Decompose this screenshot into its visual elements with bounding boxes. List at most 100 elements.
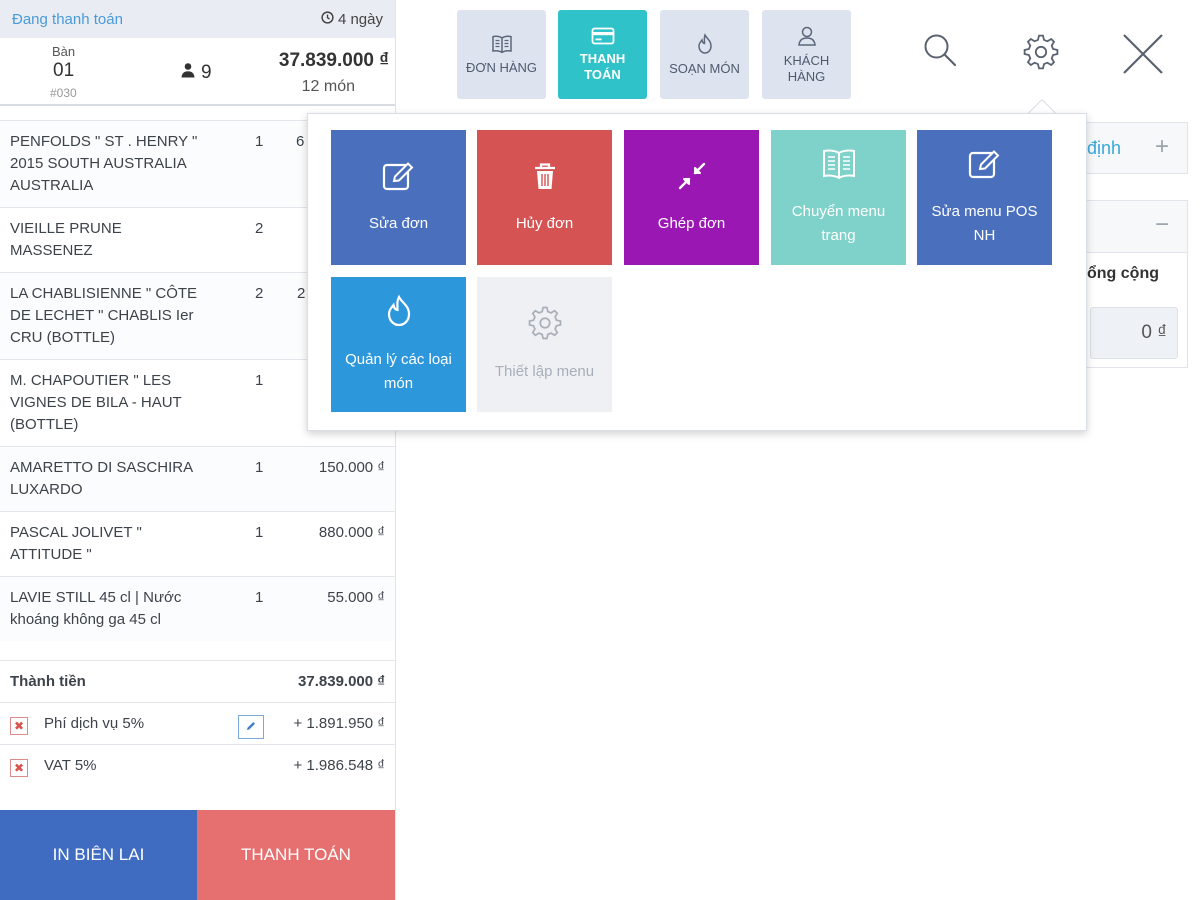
switch-menu-page-tile[interactable]: Chuyển menu trang [771,130,906,265]
order-item-count: 12 món [301,78,355,95]
cancel-order-tile[interactable]: Hủy đơn [477,130,612,265]
table-label: Bàn [52,44,76,59]
background-row-text: định [1087,138,1122,158]
guest-count-text: 9 [201,62,212,83]
merge-order-label: Ghép đơn [657,214,726,232]
order-totals: Thành tiền 37.839.000 ₫ ✖ Phí dịch vụ 5%… [0,660,395,786]
item-name: M. CHAPOUTIER " LES VIGNES DE BILA - HAU… [10,372,182,433]
plus-icon[interactable]: + [1155,133,1169,161]
manage-dish-types-label: Quản lý các loại món [345,350,452,392]
item-price: 55.000 ₫ [327,589,385,606]
edit-pos-menu-label: Sửa menu POS NH [931,202,1038,244]
item-qty: 1 [255,459,264,476]
close-icon[interactable] [1122,33,1164,80]
gear-icon [528,306,562,348]
flame-icon [384,294,414,336]
cancel-order-label: Hủy đơn [515,214,574,232]
order-age-text: 4 ngày [337,10,383,28]
vat-row: ✖ VAT 5% + 1.986.548 ₫ [0,744,395,786]
total-label: ổng cộng [1087,265,1159,282]
service-fee-value: + 1.891.950 ₫ [293,715,385,732]
subtotal-row: Thành tiền 37.839.000 ₫ [0,660,395,702]
table-info[interactable]: Bàn 01 #030 9 37.839.000 ₫ 12 món [0,38,395,106]
flame-icon [696,32,714,55]
item-price: 880.000 ₫ [318,524,385,541]
service-fee-row: ✖ Phí dịch vụ 5% + 1.891.950 ₫ [0,702,395,744]
item-qty: 1 [255,524,264,541]
item-qty: 2 [255,285,264,302]
edit-pos-menu-tile[interactable]: Sửa menu POS NH [917,130,1052,265]
edit-order-tile[interactable]: Sửa đơn [331,130,466,265]
menu-settings-label: Thiết lập menu [494,362,595,380]
order-item[interactable]: PASCAL JOLIVET " ATTITUDE " 1 880.000 ₫ [0,511,395,576]
search-icon[interactable] [922,32,958,73]
manage-dish-types-tile[interactable]: Quản lý các loại món [331,277,466,412]
item-price: 150.000 ₫ [318,459,385,476]
order-total: 37.839.000 ₫ [278,50,389,71]
tab-customers-label-line2: HÀNG [787,68,826,84]
clock-icon [321,10,334,28]
subtotal-label: Thành tiền [10,673,86,690]
tab-kitchen[interactable]: SOẠN MÓN [660,10,749,99]
pay-button[interactable]: THANH TOÁN [197,810,395,900]
print-receipt-button[interactable]: IN BIÊN LAI [0,810,197,900]
order-age: 4 ngày [321,11,383,28]
item-qty: 2 [255,220,264,237]
user-icon [796,25,818,47]
guest-count: 9 [180,62,212,84]
item-qty: 1 [255,589,264,606]
item-name: AMARETTO DI SASCHIRA LUXARDO [10,459,193,498]
tab-payment-label-line2: TOÁN [584,66,621,82]
tab-payment-label: THANH TOÁN [580,51,626,83]
vat-label: VAT 5% [44,757,97,774]
vat-value: + 1.986.548 ₫ [293,757,385,774]
background-summary: − ổng cộng 0 ₫ [1086,200,1188,368]
order-code: #030 [50,86,77,100]
remove-vat-icon[interactable]: ✖ [10,758,28,777]
tab-orders-label: ĐƠN HÀNG [465,59,538,75]
book-icon [491,34,513,54]
merge-icon [676,160,708,200]
item-qty: 1 [255,133,264,150]
table-number: 01 [53,60,75,81]
credit-card-icon [591,27,615,45]
switch-menu-page-label: Chuyển menu trang [791,202,886,244]
person-icon [180,62,196,84]
item-price: 2 [297,285,306,302]
item-name: PENFOLDS " ST . HENRY " 2015 SOUTH AUSTR… [10,133,198,194]
item-name: VIEILLE PRUNE MASSENEZ [10,220,122,259]
item-price: 6 [296,133,305,150]
pencil-icon [245,719,257,736]
minus-icon[interactable]: − [1155,211,1169,239]
item-name: LA CHABLISIENNE " CÔTE DE LECHET " CHABL… [10,285,198,346]
order-status-bar: Đang thanh toán 4 ngày [0,0,395,38]
gear-icon[interactable] [1023,34,1059,75]
order-item[interactable]: LAVIE STILL 45 cl | Nước khoáng không ga… [0,576,395,641]
total-amount-field[interactable]: 0 ₫ [1090,307,1178,359]
edit-service-fee-button[interactable] [238,715,264,739]
order-status: Đang thanh toán [12,10,123,28]
edit-icon [967,148,1003,188]
tab-payment[interactable]: THANH TOÁN [558,10,647,99]
item-name: PASCAL JOLIVET " ATTITUDE " [10,524,142,563]
tab-customers-label-line1: KHÁCH [783,52,830,68]
tab-orders[interactable]: ĐƠN HÀNG [457,10,546,99]
menu-book-icon [821,148,857,188]
tab-customers[interactable]: KHÁCH HÀNG [762,10,851,99]
tab-payment-label-line1: THANH [579,50,626,66]
tab-kitchen-label: SOẠN MÓN [669,60,740,76]
remove-service-fee-icon[interactable]: ✖ [10,716,28,735]
subtotal-value: 37.839.000 ₫ [298,673,385,690]
background-row: định + [1086,122,1188,174]
merge-order-tile[interactable]: Ghép đơn [624,130,759,265]
background-summary-header: − [1086,201,1187,253]
tab-customers-label: KHÁCH HÀNG [784,53,830,85]
trash-icon [530,160,560,200]
edit-order-label: Sửa đơn [368,214,429,232]
action-buttons: IN BIÊN LAI THANH TOÁN [0,810,395,900]
item-name: LAVIE STILL 45 cl | Nước khoáng không ga… [10,589,182,628]
menu-settings-tile[interactable]: Thiết lập menu [477,277,612,412]
item-qty: 1 [255,372,264,389]
order-item[interactable]: AMARETTO DI SASCHIRA LUXARDO 1 150.000 ₫ [0,446,395,511]
edit-icon [381,160,417,200]
